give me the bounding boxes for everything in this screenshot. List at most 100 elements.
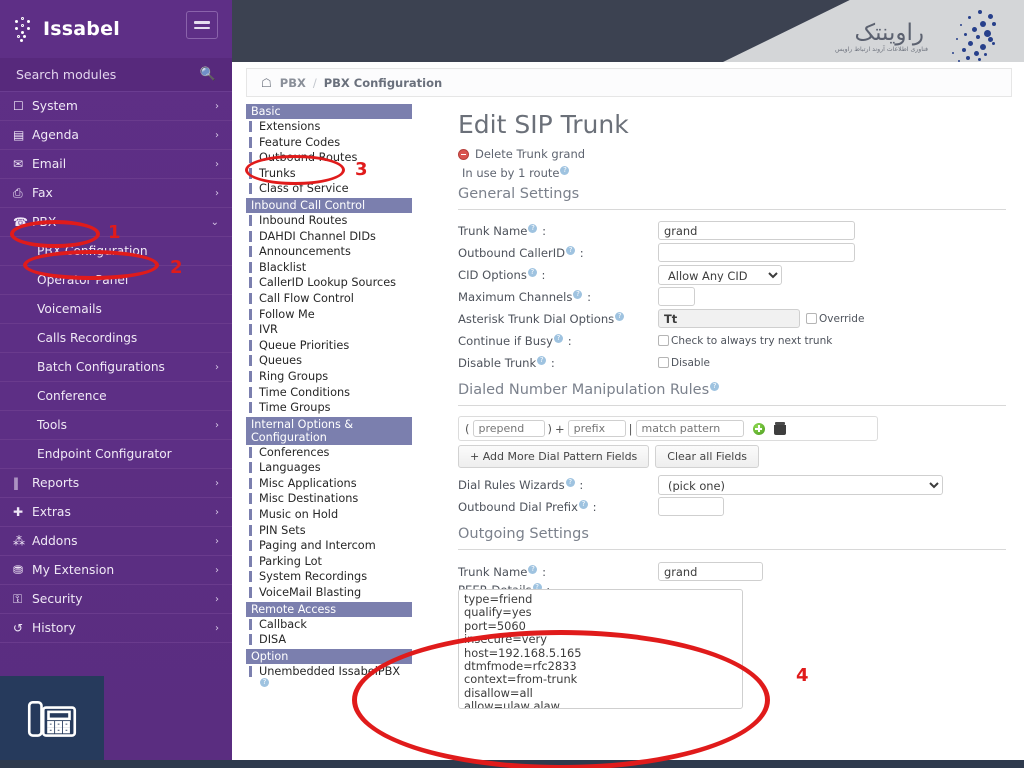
help-icon[interactable]: ? <box>537 355 547 365</box>
chevron-right-icon[interactable]: › <box>215 594 219 605</box>
pbx-menu-item-misc-applications[interactable]: Misc Applications <box>246 475 412 492</box>
pbx-menu-item-call-flow-control[interactable]: Call Flow Control <box>246 290 412 307</box>
pbx-menu-item-time-groups[interactable]: Time Groups <box>246 400 412 416</box>
chevron-down-icon[interactable]: ⌄ <box>211 217 219 228</box>
checkbox-icon[interactable] <box>658 357 669 368</box>
pbx-menu-item-feature-codes[interactable]: Feature Codes <box>246 134 412 151</box>
prefix-input[interactable] <box>567 420 626 437</box>
chevron-right-icon[interactable]: › <box>215 536 219 547</box>
pbx-menu-item-disa[interactable]: DISA <box>246 632 412 648</box>
chevron-right-icon[interactable]: › <box>215 130 219 141</box>
pbx-menu-item-callerid-lookup-sources[interactable]: CallerID Lookup Sources <box>246 275 412 291</box>
sidebar-item-system[interactable]: ☐ System › <box>0 92 232 121</box>
trash-icon[interactable] <box>773 422 786 435</box>
pbx-menu-item-ivr[interactable]: IVR <box>246 322 412 338</box>
continue-busy-checkbox[interactable]: Check to always try next trunk <box>658 335 832 347</box>
help-icon[interactable]: ? <box>560 166 570 176</box>
sidebar-item-calls-recordings[interactable]: Calls Recordings <box>0 324 232 353</box>
pbx-menu-item-queue-priorities[interactable]: Queue Priorities <box>246 337 412 354</box>
pbx-menu-item-languages[interactable]: Languages <box>246 460 412 476</box>
match-pattern-input[interactable] <box>635 420 744 437</box>
delete-trunk-link[interactable]: Delete Trunk grand <box>458 147 1024 161</box>
chevron-right-icon[interactable]: › <box>215 623 219 634</box>
help-icon[interactable]: ? <box>528 223 538 233</box>
override-checkbox[interactable]: Override <box>806 313 864 325</box>
sidebar-item-reports[interactable]: ‖ Reports › <box>0 469 232 498</box>
search-icon[interactable]: 🔍 <box>200 67 216 82</box>
pbx-menu-item-misc-destinations[interactable]: Misc Destinations <box>246 491 412 508</box>
help-icon[interactable]: ? <box>710 382 720 392</box>
checkbox-icon[interactable] <box>658 335 669 346</box>
chevron-right-icon[interactable]: › <box>215 420 219 431</box>
chevron-right-icon[interactable]: › <box>215 362 219 373</box>
breadcrumb-item-pbx[interactable]: PBX <box>280 76 306 90</box>
sidebar-item-pbx-configuration[interactable]: PBX Configuration <box>0 237 232 266</box>
dial-rules-wizards-select[interactable]: (pick one) <box>658 474 943 495</box>
sidebar-item-endpoint-configurator[interactable]: Endpoint Configurator <box>0 440 232 469</box>
prepend-input[interactable] <box>472 420 545 437</box>
hamburger-menu-icon[interactable] <box>186 11 218 39</box>
help-icon[interactable]: ? <box>554 333 564 343</box>
pbx-menu-item-outbound-routes[interactable]: Outbound Routes <box>246 150 412 166</box>
add-circle-icon[interactable] <box>752 422 765 435</box>
outbound-callerid-input[interactable] <box>658 243 855 262</box>
help-icon[interactable]: ? <box>566 245 576 255</box>
sidebar-item-tools[interactable]: Tools › <box>0 411 232 440</box>
pbx-menu-item-follow-me[interactable]: Follow Me <box>246 306 412 323</box>
cid-options-select[interactable]: Allow Any CID <box>658 264 782 285</box>
chevron-right-icon[interactable]: › <box>215 478 219 489</box>
help-icon[interactable]: ? <box>260 678 269 688</box>
pbx-menu-item-class-of-service[interactable]: Class of Service <box>246 181 412 197</box>
clear-all-fields-button[interactable]: Clear all Fields <box>655 445 760 468</box>
pbx-menu-item-system-recordings[interactable]: System Recordings <box>246 569 412 586</box>
sidebar-item-security[interactable]: ⚿ Security › <box>0 585 232 614</box>
help-icon[interactable]: ? <box>527 267 537 277</box>
dial-options-input[interactable] <box>658 309 800 328</box>
pbx-menu-item-unembedded-issabelpbx[interactable]: Unembedded IssabelPBX? <box>246 663 412 694</box>
pbx-menu-item-time-conditions[interactable]: Time Conditions <box>246 384 412 401</box>
sidebar-item-extras[interactable]: ✚ Extras › <box>0 498 232 527</box>
trunk-name-input[interactable] <box>658 221 855 240</box>
outgoing-trunk-name-input[interactable] <box>658 562 763 581</box>
help-icon[interactable]: ? <box>615 311 625 321</box>
sidebar-item-fax[interactable]: ⎙ Fax › <box>0 179 232 208</box>
sidebar-item-email[interactable]: ✉ Email › <box>0 150 232 179</box>
pbx-menu-item-ring-groups[interactable]: Ring Groups <box>246 368 412 385</box>
pbx-menu-item-music-on-hold[interactable]: Music on Hold <box>246 507 412 523</box>
add-more-dial-pattern-button[interactable]: + Add More Dial Pattern Fields <box>458 445 650 468</box>
pbx-menu-item-extensions[interactable]: Extensions <box>246 119 412 135</box>
chevron-right-icon[interactable]: › <box>215 159 219 170</box>
pbx-menu-item-queues[interactable]: Queues <box>246 353 412 369</box>
help-icon[interactable]: ? <box>578 499 588 509</box>
pbx-menu-item-trunks[interactable]: Trunks <box>246 165 412 182</box>
outbound-dial-prefix-input[interactable] <box>658 497 724 516</box>
chevron-right-icon[interactable]: › <box>215 565 219 576</box>
checkbox-icon[interactable] <box>806 313 817 324</box>
help-icon[interactable]: ? <box>573 289 583 299</box>
sidebar-item-batch-configurations[interactable]: Batch Configurations › <box>0 353 232 382</box>
pbx-menu-item-parking-lot[interactable]: Parking Lot <box>246 553 412 570</box>
pbx-menu-item-conferences[interactable]: Conferences <box>246 444 412 461</box>
pbx-menu-item-announcements[interactable]: Announcements <box>246 244 412 260</box>
pbx-menu-item-dahdi-channel-dids[interactable]: DAHDI Channel DIDs <box>246 228 412 245</box>
disable-trunk-checkbox[interactable]: Disable <box>658 357 710 369</box>
pbx-menu-item-pin-sets[interactable]: PIN Sets <box>246 522 412 539</box>
pbx-menu-item-voicemail-blasting[interactable]: VoiceMail Blasting <box>246 585 412 601</box>
help-icon[interactable]: ? <box>528 564 538 574</box>
max-channels-input[interactable] <box>658 287 695 306</box>
sidebar-item-addons[interactable]: ⁂ Addons › <box>0 527 232 556</box>
home-icon[interactable]: ☖ <box>261 76 272 90</box>
sidebar-item-agenda[interactable]: ▤ Agenda › <box>0 121 232 150</box>
pbx-menu-item-inbound-routes[interactable]: Inbound Routes <box>246 212 412 229</box>
pbx-menu-item-paging-and-intercom[interactable]: Paging and Intercom <box>246 538 412 554</box>
sidebar-item-conference[interactable]: Conference <box>0 382 232 411</box>
chevron-right-icon[interactable]: › <box>215 507 219 518</box>
search-input[interactable]: Search modules 🔍 <box>0 58 232 92</box>
chevron-right-icon[interactable]: › <box>215 188 219 199</box>
breadcrumb-item-pbx-configuration[interactable]: PBX Configuration <box>324 76 443 90</box>
sidebar-item-pbx[interactable]: ☎ PBX ⌄ <box>0 208 232 237</box>
sidebar-item-history[interactable]: ↺ History › <box>0 614 232 643</box>
chevron-right-icon[interactable]: › <box>215 101 219 112</box>
sidebar-item-voicemails[interactable]: Voicemails <box>0 295 232 324</box>
sidebar-item-my-extension[interactable]: ⛃ My Extension › <box>0 556 232 585</box>
